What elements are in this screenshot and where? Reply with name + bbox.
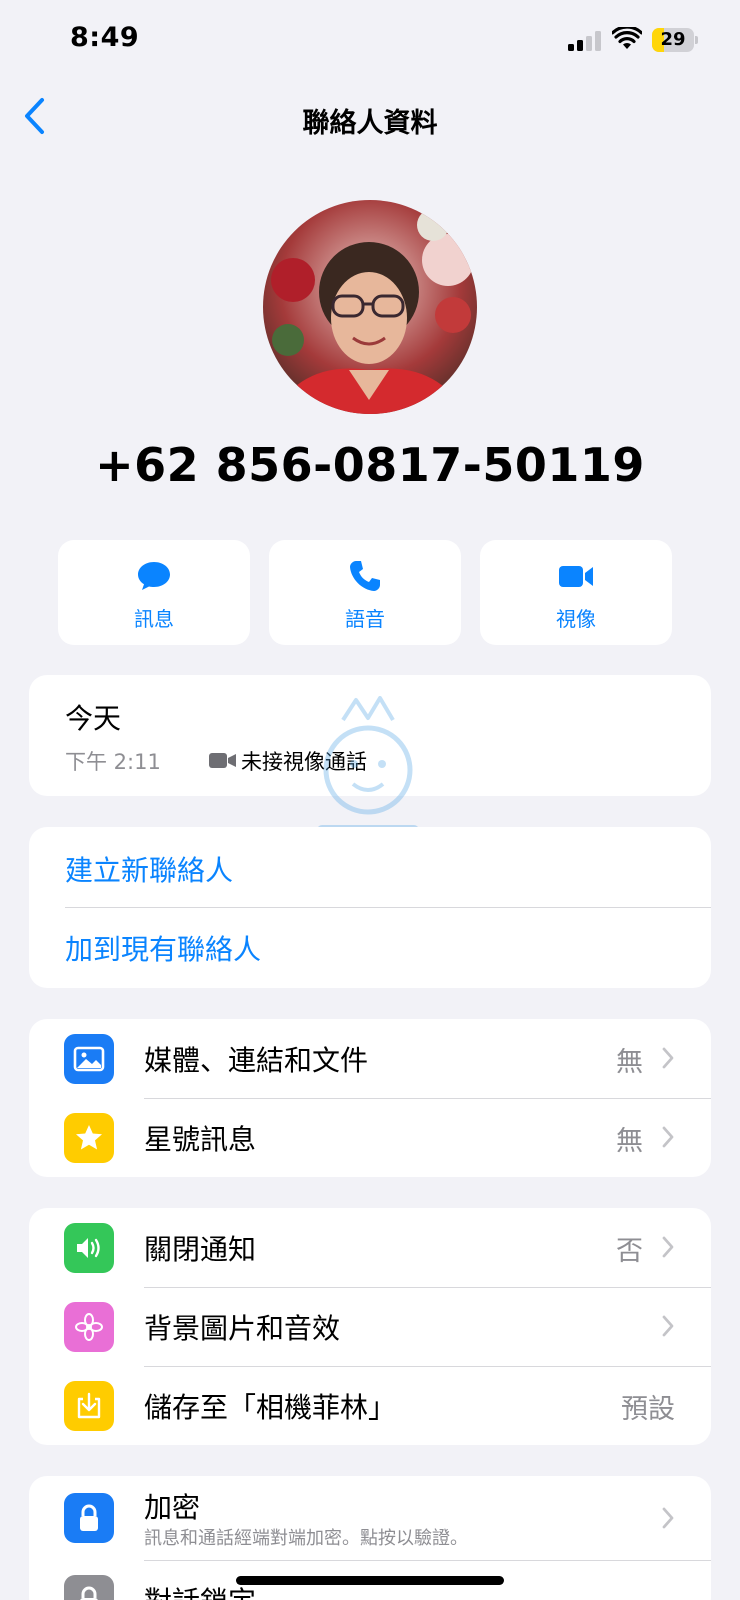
home-indicator[interactable] xyxy=(236,1576,504,1585)
battery-cap xyxy=(695,36,698,44)
settings-card: 關閉通知 否 背景圖片和音效 儲存至「相機菲林」 預設 xyxy=(29,1208,711,1445)
message-button[interactable]: 訊息 xyxy=(58,540,250,645)
chevron-right-icon xyxy=(662,1507,674,1529)
row-value: 無 xyxy=(616,1126,643,1157)
status-bar: 8:49 29 xyxy=(0,0,740,80)
contact-actions-card: 建立新聯絡人 加到現有聯絡人 xyxy=(29,827,711,988)
download-icon xyxy=(64,1381,114,1431)
status-time: 8:49 xyxy=(70,22,140,53)
divider xyxy=(65,907,711,908)
wifi-icon xyxy=(612,27,642,49)
chevron-right-icon xyxy=(662,1047,674,1069)
star-icon xyxy=(64,1113,114,1163)
row-label: 儲存至「相機菲林」 xyxy=(144,1391,397,1424)
chevron-right-icon xyxy=(662,1126,674,1148)
chevron-right-icon xyxy=(662,1315,674,1337)
row-sublabel: 訊息和通話經端對端加密。點按以驗證。 xyxy=(144,1528,468,1549)
video-camera-icon xyxy=(209,753,236,768)
battery-percent: 29 xyxy=(660,29,686,50)
encryption-row[interactable]: 加密 訊息和通話經端對端加密。點按以驗證。 xyxy=(29,1476,711,1560)
save-to-camera-roll-row[interactable]: 儲存至「相機菲林」 預設 xyxy=(29,1366,711,1445)
row-label: 關閉通知 xyxy=(144,1233,257,1266)
row-value: 否 xyxy=(616,1236,643,1267)
page-title: 聯絡人資料 xyxy=(302,108,438,139)
phone-icon xyxy=(350,561,380,591)
row-label: 媒體、連結和文件 xyxy=(144,1044,369,1077)
chevron-right-icon xyxy=(662,1236,674,1258)
video-call-button[interactable]: 視像 xyxy=(480,540,672,645)
lock-chat-icon xyxy=(64,1575,114,1600)
flower-icon xyxy=(64,1302,114,1352)
row-label: 背景圖片和音效 xyxy=(144,1312,341,1345)
row-label: 星號訊息 xyxy=(144,1123,257,1156)
row-value: 無 xyxy=(616,1047,643,1078)
video-call-button-label: 視像 xyxy=(556,607,596,631)
message-button-label: 訊息 xyxy=(134,607,174,631)
avatar[interactable] xyxy=(263,200,477,414)
wallpaper-sound-row[interactable]: 背景圖片和音效 xyxy=(29,1287,711,1366)
row-label: 加密 xyxy=(144,1491,201,1524)
battery-indicator: 29 xyxy=(652,28,698,52)
voice-call-button[interactable]: 語音 xyxy=(269,540,461,645)
speaker-icon xyxy=(64,1223,114,1273)
battery-body: 29 xyxy=(652,28,694,52)
add-to-existing-contact-link[interactable]: 加到現有聯絡人 xyxy=(65,928,261,968)
lock-icon xyxy=(64,1493,114,1543)
video-camera-icon xyxy=(559,566,593,587)
create-new-contact-link[interactable]: 建立新聯絡人 xyxy=(65,849,233,889)
photo-icon xyxy=(64,1034,114,1084)
cellular-signal-icon xyxy=(568,31,601,51)
call-log-day: 今天 xyxy=(65,702,122,735)
message-bubble-icon xyxy=(138,562,170,590)
contact-phone-number: +62 856-0817-50119 xyxy=(95,438,645,492)
voice-call-button-label: 語音 xyxy=(345,607,385,631)
call-log-time: 下午 2:11 xyxy=(65,750,161,774)
media-links-docs-row[interactable]: 媒體、連結和文件 無 xyxy=(29,1019,711,1098)
starred-messages-row[interactable]: 星號訊息 無 xyxy=(29,1098,711,1177)
media-card: 媒體、連結和文件 無 星號訊息 無 xyxy=(29,1019,711,1177)
row-value: 預設 xyxy=(621,1394,675,1425)
mute-notifications-row[interactable]: 關閉通知 否 xyxy=(29,1208,711,1287)
